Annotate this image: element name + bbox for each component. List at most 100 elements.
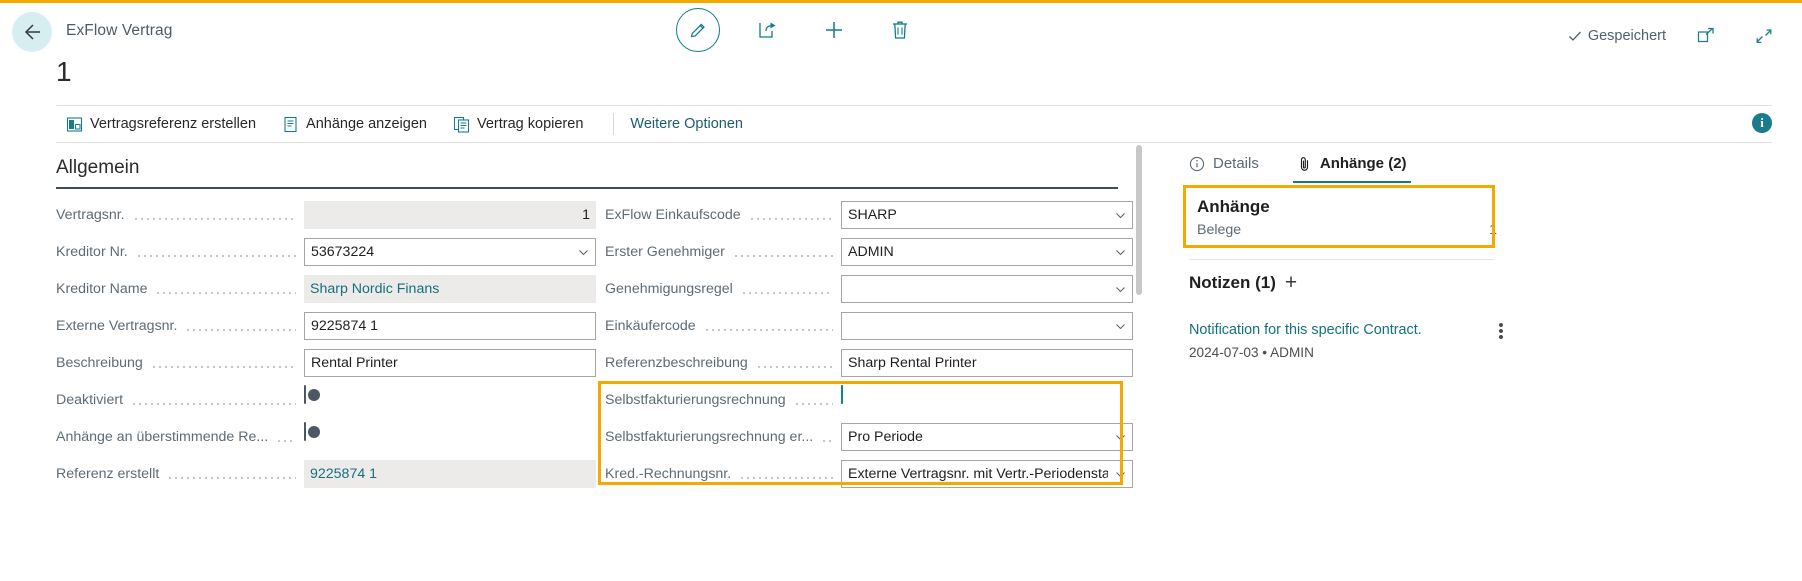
note-link[interactable]: Notification for this specific Contract. bbox=[1189, 322, 1422, 338]
copy-contract-button[interactable]: Vertrag kopieren bbox=[453, 116, 595, 133]
status-badge: Gespeichert bbox=[1567, 28, 1666, 44]
field-label: Erster Genehmiger bbox=[605, 244, 725, 260]
erster-genehmiger-input[interactable] bbox=[841, 238, 1133, 266]
beschreibung-input[interactable] bbox=[304, 349, 596, 377]
field-deaktiviert: Deaktiviert bbox=[56, 385, 596, 414]
label-leader-dots bbox=[185, 319, 296, 333]
paperclip-icon bbox=[1300, 156, 1308, 171]
field-genehmigungsregel: Genehmigungsregel bbox=[605, 275, 1133, 303]
label-leader-dots bbox=[732, 245, 833, 259]
field-label: Selbstfakturierungsrechnung bbox=[605, 392, 786, 408]
field-control bbox=[304, 312, 596, 340]
vertragsnr-input[interactable] bbox=[304, 201, 596, 229]
field-control bbox=[304, 349, 596, 377]
field-label: Selbstfakturierungsrechnung er... bbox=[605, 429, 814, 445]
main-area: Allgemein Vertragsnr. Kreditor Nr. bbox=[0, 143, 1802, 581]
breadcrumb[interactable]: ExFlow Vertrag bbox=[66, 22, 173, 40]
saved-label: Gespeichert bbox=[1587, 28, 1666, 44]
command-bar: Vertragsreferenz erstellen Anhänge anzei… bbox=[56, 105, 1772, 143]
kred-rechnungsnr-input[interactable] bbox=[841, 460, 1133, 488]
new-button[interactable] bbox=[816, 11, 852, 49]
field-label: ExFlow Einkaufscode bbox=[605, 207, 741, 223]
field-selbstfakturierungsrechnung-erstellen: Selbstfakturierungsrechnung er... bbox=[605, 423, 1133, 451]
more-options-button[interactable]: Weitere Optionen bbox=[630, 116, 755, 132]
attachment-page-icon bbox=[284, 116, 297, 132]
kreditor-nr-input[interactable] bbox=[304, 238, 596, 266]
field-label: Anhänge an überstimmende Re... bbox=[56, 429, 269, 445]
anhaenge-ueberstimmende-toggle[interactable] bbox=[304, 422, 320, 441]
info-icon[interactable]: i bbox=[1752, 113, 1772, 133]
trash-icon bbox=[893, 21, 907, 39]
tab-details[interactable]: Details bbox=[1185, 149, 1263, 183]
field-kreditor-nr: Kreditor Nr. bbox=[56, 238, 596, 266]
label-leader-dots bbox=[131, 393, 296, 407]
attachments-row-value[interactable]: 1 bbox=[1489, 222, 1497, 238]
form-column-right: ExFlow Einkaufscode Erster Genehmiger bbox=[605, 201, 1133, 497]
back-button[interactable] bbox=[12, 12, 52, 52]
field-label: Kreditor Nr. bbox=[56, 244, 128, 260]
tab-anhaenge[interactable]: Anhänge (2) bbox=[1292, 149, 1411, 183]
field-control bbox=[841, 423, 1133, 451]
kreditor-name-input[interactable] bbox=[304, 275, 596, 303]
share-button[interactable] bbox=[750, 11, 786, 49]
factbox-divider bbox=[1189, 259, 1494, 260]
form-scrollbar[interactable] bbox=[1133, 143, 1145, 581]
page-title: 1 bbox=[56, 56, 72, 87]
selbstfakturierungsrechnung-erstellen-input[interactable] bbox=[841, 423, 1133, 451]
attachments-row-belege[interactable]: Belege 1 bbox=[1187, 220, 1507, 246]
field-control bbox=[841, 275, 1133, 303]
field-anhaenge-ueberstimmende: Anhänge an überstimmende Re... bbox=[56, 422, 596, 451]
collapse-icon bbox=[1756, 29, 1772, 44]
field-beschreibung: Beschreibung bbox=[56, 349, 596, 377]
delete-button[interactable] bbox=[882, 11, 918, 49]
pencil-icon bbox=[690, 23, 705, 38]
create-contract-reference-button[interactable]: Vertragsreferenz erstellen bbox=[56, 116, 268, 133]
field-control bbox=[304, 201, 596, 229]
note-meta: 2024-07-03 • ADMIN bbox=[1189, 345, 1314, 360]
tab-label: Details bbox=[1213, 155, 1259, 172]
window-action-group: Gespeichert bbox=[1567, 17, 1782, 55]
label-leader-dots bbox=[150, 356, 296, 370]
field-einkaeufercode: Einkäufercode bbox=[605, 312, 1133, 340]
field-control bbox=[304, 275, 596, 303]
einkaeufercode-input[interactable] bbox=[841, 312, 1133, 340]
more-options-label: Weitere Optionen bbox=[630, 116, 743, 132]
form-content: Allgemein Vertragsnr. Kreditor Nr. bbox=[0, 143, 1133, 581]
arrow-left-icon bbox=[24, 24, 40, 40]
toggle-knob bbox=[308, 389, 320, 401]
show-attachments-button[interactable]: Anhänge anzeigen bbox=[282, 116, 439, 133]
toggle-knob bbox=[827, 389, 839, 401]
open-new-window-icon bbox=[1697, 27, 1714, 43]
edit-button[interactable] bbox=[676, 8, 720, 52]
field-label: Kred.-Rechnungsnr. bbox=[605, 466, 732, 482]
selbstfakturierungsrechnung-toggle[interactable] bbox=[827, 385, 843, 404]
command-separator bbox=[613, 113, 615, 135]
label-leader-dots bbox=[167, 467, 296, 481]
genehmigungsregel-input[interactable] bbox=[841, 275, 1133, 303]
deaktiviert-toggle[interactable] bbox=[304, 385, 320, 404]
externe-vertragsnr-input[interactable] bbox=[304, 312, 596, 340]
referenzbeschreibung-input[interactable] bbox=[841, 349, 1133, 377]
referenz-erstellt-input[interactable] bbox=[304, 460, 596, 488]
label-leader-dots bbox=[132, 208, 296, 222]
attachments-card-title: Anhänge bbox=[1197, 197, 1270, 216]
label-leader-dots bbox=[739, 467, 833, 481]
copy-contract-icon bbox=[453, 116, 470, 133]
field-control bbox=[304, 460, 596, 488]
note-overflow-menu-icon[interactable]: • • • bbox=[1494, 318, 1508, 345]
scrollbar-thumb[interactable] bbox=[1136, 145, 1142, 295]
label-leader-dots bbox=[703, 319, 833, 333]
field-externe-vertragsnr: Externe Vertragsnr. bbox=[56, 312, 596, 340]
label-leader-dots bbox=[135, 245, 296, 259]
field-vertragsnr: Vertragsnr. bbox=[56, 201, 596, 229]
open-in-new-window-button[interactable] bbox=[1688, 17, 1724, 55]
field-kreditor-name: Kreditor Name bbox=[56, 275, 596, 303]
exflow-einkaufscode-input[interactable] bbox=[841, 201, 1133, 229]
add-note-button[interactable]: + bbox=[1285, 272, 1297, 293]
field-selbstfakturierungsrechnung: Selbstfakturierungsrechnung bbox=[605, 385, 1133, 414]
field-label: Externe Vertragsnr. bbox=[56, 318, 178, 334]
note-item: Notification for this specific Contract.… bbox=[1189, 318, 1508, 360]
collapse-button[interactable] bbox=[1746, 17, 1782, 55]
field-referenzbeschreibung: Referenzbeschreibung bbox=[605, 349, 1133, 377]
factbox-tabs: Details Anhänge (2) bbox=[1185, 149, 1411, 183]
